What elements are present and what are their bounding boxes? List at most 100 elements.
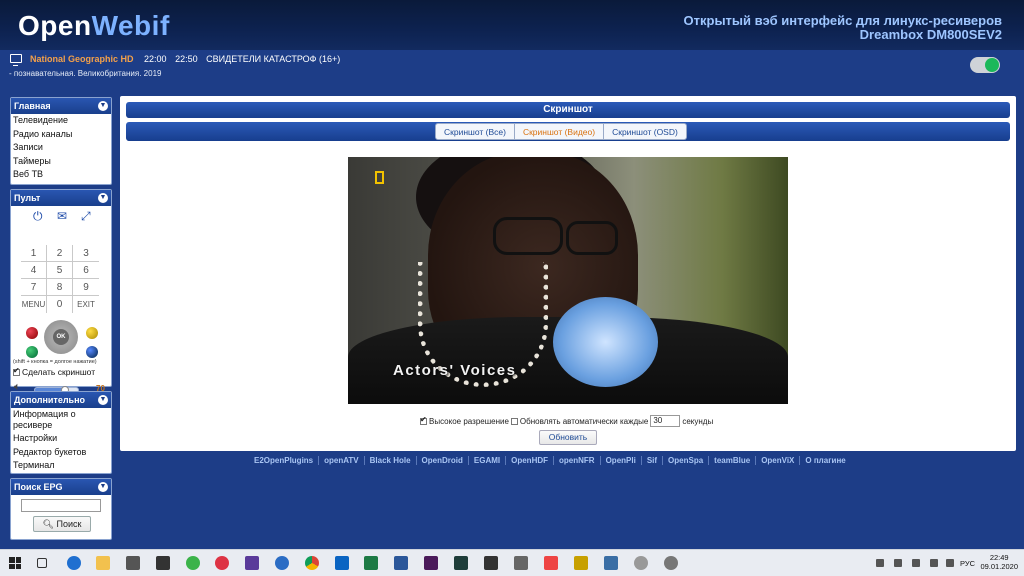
- epg-search-input[interactable]: [21, 499, 101, 512]
- tab-screenshot-all[interactable]: Скриншот (Все): [435, 123, 515, 140]
- remote-control: ⏻ ✉ ⤢ 1 2 3 4 5 6 7 8 9 MENU 0 EXIT OK (…: [11, 206, 111, 394]
- footer-link[interactable]: E2OpenPlugins: [249, 456, 320, 465]
- epg-header[interactable]: Поиск EPG ▼: [11, 479, 111, 495]
- seconds-input[interactable]: 30: [650, 415, 681, 427]
- word-icon[interactable]: [394, 556, 408, 570]
- power-icon[interactable]: ⏻: [33, 209, 43, 224]
- store-icon[interactable]: [126, 556, 140, 570]
- key-5[interactable]: 5: [47, 262, 73, 279]
- key-menu[interactable]: MENU: [21, 296, 47, 313]
- app-icon[interactable]: [664, 556, 678, 570]
- menu-item-webtv[interactable]: Веб ТВ: [11, 168, 111, 182]
- key-4[interactable]: 4: [21, 262, 47, 279]
- chevron-down-icon[interactable]: ▼: [98, 193, 108, 203]
- menu-item-timers[interactable]: Таймеры: [11, 155, 111, 169]
- key-exit[interactable]: EXIT: [73, 296, 99, 313]
- tray-icon[interactable]: [930, 559, 938, 567]
- auto-refresh-checkbox[interactable]: [510, 417, 518, 425]
- footer-link[interactable]: OpenSpa: [663, 456, 710, 465]
- refresh-options: Высокое разрешение Обновлять автоматичес…: [420, 415, 713, 427]
- menu-item-receiver-info[interactable]: Информация о ресивере: [11, 408, 111, 432]
- menu-item-recordings[interactable]: Записи: [11, 141, 111, 155]
- footer-link[interactable]: Black Hole: [365, 456, 417, 465]
- footer-link[interactable]: OpenDroid: [417, 456, 469, 465]
- app-icon[interactable]: [275, 556, 289, 570]
- key-9[interactable]: 9: [73, 279, 99, 296]
- footer-link[interactable]: Sif: [642, 456, 664, 465]
- volume-tray-icon[interactable]: [946, 559, 954, 567]
- explorer-icon[interactable]: [96, 556, 110, 570]
- refresh-button[interactable]: Обновить: [539, 430, 597, 445]
- audition-icon[interactable]: [454, 556, 468, 570]
- logo[interactable]: OpenWebif: [18, 10, 170, 42]
- key-7[interactable]: 7: [21, 279, 47, 296]
- edge-icon[interactable]: [67, 556, 81, 570]
- menu-item-radio[interactable]: Радио каналы: [11, 128, 111, 142]
- mail-icon[interactable]: [156, 556, 170, 570]
- task-view-icon[interactable]: [37, 558, 47, 568]
- epg-search-button[interactable]: 🔍︎ Поиск: [33, 516, 91, 532]
- dpad[interactable]: OK: [44, 320, 78, 354]
- green-button[interactable]: [26, 346, 38, 358]
- clock-date: 09.01.2020: [980, 562, 1018, 571]
- tray-icon[interactable]: [894, 559, 902, 567]
- premiere-icon[interactable]: [424, 556, 438, 570]
- chevron-down-icon[interactable]: ▼: [98, 101, 108, 111]
- screenshot-checkbox[interactable]: [13, 366, 20, 376]
- language-indicator[interactable]: РУС: [960, 559, 975, 568]
- footer-link[interactable]: openNFR: [554, 456, 601, 465]
- menu-item-settings[interactable]: Настройки: [11, 432, 111, 446]
- calculator-icon[interactable]: [514, 556, 528, 570]
- app-icon[interactable]: [634, 556, 648, 570]
- red-button[interactable]: [26, 327, 38, 339]
- natgeo-logo: [375, 171, 384, 184]
- hires-checkbox[interactable]: [420, 415, 427, 425]
- ok-button[interactable]: OK: [53, 329, 69, 345]
- theme-toggle[interactable]: [970, 57, 1000, 73]
- blue-button[interactable]: [86, 346, 98, 358]
- footer-link[interactable]: OpenHDF: [506, 456, 555, 465]
- tab-screenshot-osd[interactable]: Скриншот (OSD): [604, 123, 687, 140]
- key-0[interactable]: 0: [47, 296, 73, 313]
- key-6[interactable]: 6: [73, 262, 99, 279]
- remote-header[interactable]: Пульт ▼: [11, 190, 111, 206]
- screenshot-option[interactable]: Сделать скриншот: [13, 366, 95, 377]
- clock[interactable]: 22:49 09.01.2020: [980, 553, 1018, 571]
- photos-icon[interactable]: [604, 556, 618, 570]
- media-icon[interactable]: [215, 556, 229, 570]
- key-8[interactable]: 8: [47, 279, 73, 296]
- header-receiver: Dreambox DM800SEV2: [859, 27, 1002, 42]
- menu-item-terminal[interactable]: Терминал: [11, 459, 111, 473]
- key-1[interactable]: 1: [21, 245, 47, 262]
- menu-item-tv[interactable]: Телевидение: [11, 114, 111, 128]
- message-icon[interactable]: ✉: [57, 209, 67, 223]
- key-3[interactable]: 3: [73, 245, 99, 262]
- tray-icon[interactable]: [912, 559, 920, 567]
- channel-name[interactable]: National Geographic HD: [30, 54, 134, 64]
- tray-icon[interactable]: [876, 559, 884, 567]
- footer-link[interactable]: OpenViX: [756, 456, 801, 465]
- extra-header[interactable]: Дополнительно ▼: [11, 392, 111, 408]
- chevron-down-icon[interactable]: ▼: [98, 395, 108, 405]
- menu-item-bouquet-editor[interactable]: Редактор букетов: [11, 446, 111, 460]
- main-menu-header[interactable]: Главная ▼: [11, 98, 111, 114]
- video-icon[interactable]: [574, 556, 588, 570]
- utorrent-icon[interactable]: [186, 556, 200, 570]
- footer-link[interactable]: teamBlue: [709, 456, 757, 465]
- footer-link[interactable]: openATV: [319, 456, 365, 465]
- chevron-down-icon[interactable]: ▼: [98, 482, 108, 492]
- camera-icon[interactable]: [484, 556, 498, 570]
- footer-link[interactable]: OpenPli: [601, 456, 642, 465]
- key-2[interactable]: 2: [47, 245, 73, 262]
- windows-start-icon[interactable]: [9, 557, 21, 569]
- footer-link[interactable]: EGAMI: [469, 456, 507, 465]
- fullscreen-icon[interactable]: ⤢: [81, 209, 91, 224]
- tab-screenshot-video[interactable]: Скриншот (Видео): [514, 123, 605, 140]
- outlook-icon[interactable]: [335, 556, 349, 570]
- yellow-button[interactable]: [86, 327, 98, 339]
- save-icon[interactable]: [245, 556, 259, 570]
- music-icon[interactable]: [544, 556, 558, 570]
- footer-link[interactable]: О плагине: [800, 456, 850, 465]
- excel-icon[interactable]: [364, 556, 378, 570]
- chrome-icon[interactable]: [305, 556, 319, 570]
